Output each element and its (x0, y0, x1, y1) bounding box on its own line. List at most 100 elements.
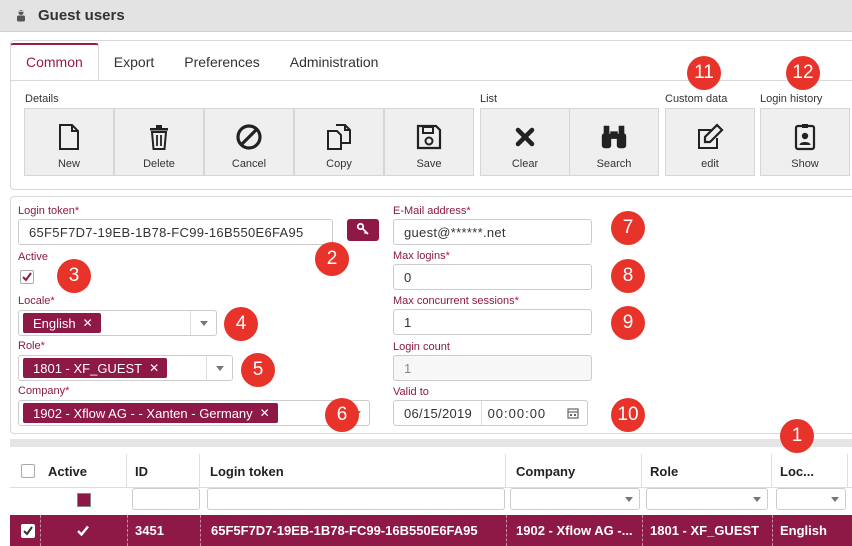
filter-role-select[interactable] (646, 488, 768, 510)
edit-button-label: edit (701, 158, 719, 170)
tab-export[interactable]: Export (99, 43, 169, 80)
copy-button[interactable]: Copy (294, 108, 384, 176)
checkmark-icon (23, 524, 33, 539)
chevron-down-icon[interactable] (825, 489, 845, 509)
cancel-button[interactable]: Cancel (204, 108, 294, 176)
column-header-role[interactable]: Role (642, 454, 772, 488)
login-token-label: Login token* (18, 205, 80, 217)
checkmark-icon (22, 270, 32, 285)
copy-button-label: Copy (326, 158, 352, 170)
active-label: Active (18, 251, 48, 263)
max-sessions-label: Max concurrent sessions* (393, 295, 519, 307)
annotation-badge-5: 5 (241, 353, 275, 387)
tab-preferences[interactable]: Preferences (169, 43, 274, 80)
filter-id-input[interactable] (132, 488, 200, 510)
max-logins-field[interactable]: 0 (393, 264, 592, 290)
row-divider (127, 515, 128, 546)
chevron-down-icon[interactable] (747, 489, 767, 509)
email-field[interactable]: guest@******.net (393, 219, 592, 245)
valid-to-label: Valid to (393, 386, 429, 398)
company-tag: 1902 - Xflow AG - - Xanten - Germany ✕ (23, 403, 278, 423)
chevron-down-icon[interactable] (190, 311, 216, 335)
row-divider (642, 515, 643, 546)
select-all-checkbox[interactable] (21, 464, 35, 478)
remove-tag-icon[interactable]: ✕ (83, 316, 93, 330)
tab-divider (10, 80, 852, 81)
filter-locale-select[interactable] (776, 488, 846, 510)
column-header-login-token[interactable]: Login token (200, 454, 506, 488)
role-label: Role* (18, 340, 45, 352)
column-header-id[interactable]: ID (127, 454, 200, 488)
group-label-details: Details (25, 93, 59, 105)
save-button[interactable]: Save (384, 108, 474, 176)
column-header-company[interactable]: Company (506, 454, 642, 488)
company-label: Company* (18, 385, 70, 397)
group-label-custom-data: Custom data (665, 93, 728, 105)
row-divider (200, 515, 201, 546)
filter-company-select[interactable] (510, 488, 640, 510)
row-id: 3451 (135, 523, 164, 538)
clear-button[interactable]: Clear (480, 108, 570, 176)
remove-tag-icon[interactable]: ✕ (149, 361, 159, 375)
search-button-label: Search (596, 158, 632, 170)
annotation-badge-12: 12 (786, 56, 820, 90)
trash-icon (144, 121, 174, 153)
login-token-field[interactable]: 65F5F7D7-19EB-1B78-FC99-16B550E6FA95 (18, 219, 333, 245)
annotation-badge-11: 11 (687, 56, 721, 90)
chevron-down-icon[interactable] (206, 356, 232, 380)
filter-login-token-input[interactable] (207, 488, 505, 510)
new-button[interactable]: New (24, 108, 114, 176)
login-count-label: Login count (393, 341, 450, 353)
row-divider (506, 515, 507, 546)
valid-to-field[interactable]: 06/15/2019 00:00:00 (393, 400, 588, 426)
row-select-checkbox[interactable] (21, 524, 35, 538)
row-divider (40, 515, 41, 546)
filter-active-checkbox[interactable] (77, 493, 91, 507)
generate-token-button[interactable] (347, 219, 379, 241)
row-active-checkmark-icon (77, 515, 97, 546)
login-count-field: 1 (393, 355, 592, 381)
copy-icon (324, 121, 354, 153)
company-select[interactable]: 1902 - Xflow AG - - Xanten - Germany ✕ (18, 400, 370, 426)
annotation-badge-2: 2 (315, 242, 349, 276)
annotation-badge-1: 1 (780, 419, 814, 453)
delete-button-label: Delete (143, 158, 175, 170)
tab-common[interactable]: Common (10, 43, 99, 80)
new-document-icon (54, 121, 84, 153)
panel-splitter[interactable] (10, 439, 852, 447)
annotation-badge-8: 8 (611, 259, 645, 293)
cancel-button-label: Cancel (231, 158, 267, 170)
valid-to-date[interactable]: 06/15/2019 (394, 401, 482, 425)
guest-user-icon (14, 9, 28, 23)
show-login-history-button[interactable]: Show (760, 108, 850, 176)
valid-to-time[interactable]: 00:00:00 (482, 401, 560, 425)
chevron-down-icon[interactable] (619, 489, 639, 509)
close-icon (510, 121, 540, 153)
max-sessions-field[interactable]: 1 (393, 309, 592, 335)
role-tag-text: 1801 - XF_GUEST (33, 360, 143, 376)
active-checkbox[interactable] (20, 270, 34, 284)
save-button-label: Save (416, 158, 442, 170)
annotation-badge-9: 9 (611, 306, 645, 340)
delete-button[interactable]: Delete (114, 108, 204, 176)
binoculars-icon (599, 121, 629, 153)
row-company: 1902 - Xflow AG -... (516, 523, 633, 538)
calendar-icon[interactable] (559, 407, 587, 419)
role-select[interactable]: 1801 - XF_GUEST ✕ (18, 355, 233, 381)
edit-custom-data-button[interactable]: edit (665, 108, 755, 176)
window-titlebar: Guest users (0, 0, 852, 32)
clear-button-label: Clear (511, 158, 539, 170)
tab-administration[interactable]: Administration (275, 43, 394, 80)
locale-label: Locale* (18, 295, 55, 307)
cancel-icon (234, 121, 264, 153)
role-tag: 1801 - XF_GUEST ✕ (23, 358, 168, 378)
row-divider (772, 515, 773, 546)
remove-tag-icon[interactable]: ✕ (260, 406, 270, 420)
id-badge-icon (790, 121, 820, 153)
column-header-locale[interactable]: Loc... (772, 454, 848, 488)
column-header-active[interactable]: Active (40, 454, 127, 488)
locale-select[interactable]: English ✕ (18, 310, 217, 336)
floppy-disk-icon (414, 121, 444, 153)
search-button[interactable]: Search (569, 108, 659, 176)
key-icon (356, 222, 370, 239)
